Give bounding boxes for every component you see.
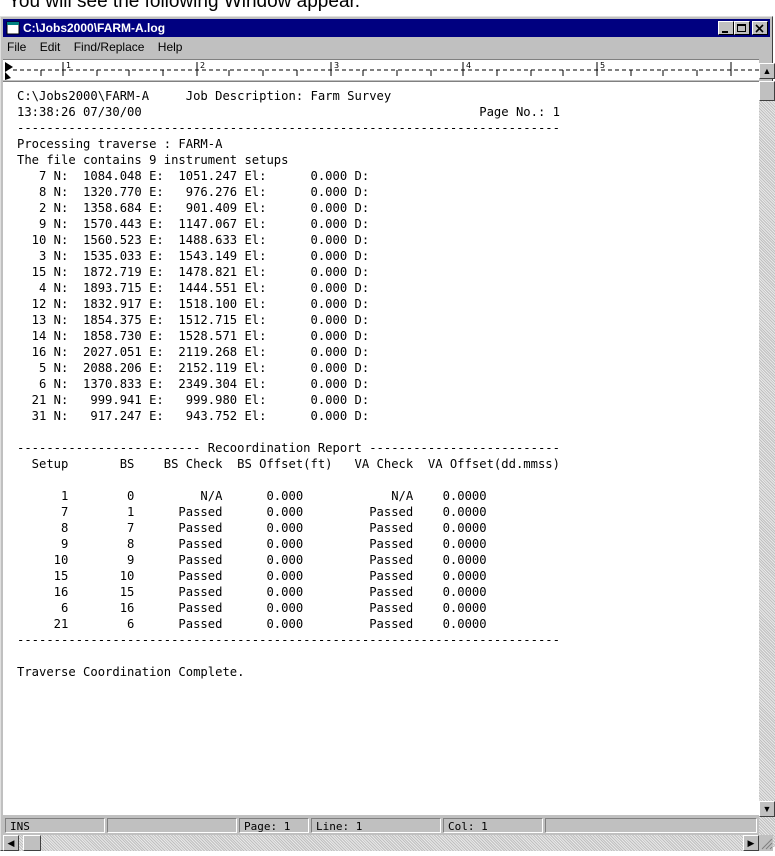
maximize-button[interactable] xyxy=(734,21,750,35)
notepad-icon xyxy=(6,21,20,35)
log-line: 3 N: 1535.033 E: 1543.149 El: 0.000 D: xyxy=(17,249,370,263)
ruler-label-4: 4 xyxy=(466,61,471,70)
log-line: 31 N: 917.247 E: 943.752 El: 0.000 D: xyxy=(17,409,370,423)
log-line: 6 16 Passed 0.000 Passed 0.0000 xyxy=(17,601,487,615)
log-line: ----------------------------------------… xyxy=(17,633,560,647)
ruler-label-2: 2 xyxy=(200,61,205,70)
log-line: 2 N: 1358.684 E: 901.409 El: 0.000 D: xyxy=(17,201,370,215)
ruler-graphic: 1 2 3 4 5 xyxy=(5,61,759,80)
log-line: Setup BS BS Check BS Offset(ft) VA Check… xyxy=(17,457,560,471)
log-line: Traverse Coordination Complete. xyxy=(17,665,245,679)
log-line: 16 N: 2027.051 E: 2119.268 El: 0.000 D: xyxy=(17,345,370,359)
log-line: 9 N: 1570.443 E: 1147.067 El: 0.000 D: xyxy=(17,217,370,231)
log-line: 1 0 N/A 0.000 N/A 0.0000 xyxy=(17,489,487,503)
log-line: 7 N: 1084.048 E: 1051.247 El: 0.000 D: xyxy=(17,169,370,183)
log-line: 15 N: 1872.719 E: 1478.821 El: 0.000 D: xyxy=(17,265,370,279)
log-line: 10 N: 1560.523 E: 1488.633 El: 0.000 D: xyxy=(17,233,370,247)
hscroll-thumb[interactable] xyxy=(23,835,41,851)
horizontal-scrollbar[interactable]: ◀ ▶ xyxy=(3,835,759,851)
status-extra xyxy=(545,818,757,833)
log-line: 15 10 Passed 0.000 Passed 0.0000 xyxy=(17,569,487,583)
minimize-icon xyxy=(722,31,728,33)
scroll-left-button[interactable]: ◀ xyxy=(3,835,19,851)
close-icon xyxy=(755,24,764,33)
scroll-right-button[interactable]: ▶ xyxy=(743,835,759,851)
minimize-button[interactable] xyxy=(718,21,734,35)
log-line: 21 6 Passed 0.000 Passed 0.0000 xyxy=(17,617,487,631)
log-line: 21 N: 999.941 E: 999.980 El: 0.000 D: xyxy=(17,393,370,407)
log-line: 13:38:26 07/30/00 Page No.: 1 xyxy=(17,105,560,119)
arrow-right-icon: ▶ xyxy=(747,838,755,848)
ruler-label-1: 1 xyxy=(66,61,71,70)
menu-bar: File Edit Find/Replace Help xyxy=(3,38,770,57)
log-document[interactable]: C:\Jobs2000\FARM-A Job Description: Farm… xyxy=(3,81,759,815)
scroll-thumb[interactable] xyxy=(759,81,775,101)
vertical-scrollbar[interactable] xyxy=(759,81,775,847)
log-line: Processing traverse : FARM-A xyxy=(17,137,223,151)
status-bar: INS Page: 1 Line: 1 Col: 1 xyxy=(3,817,759,834)
resize-grip-icon[interactable] xyxy=(759,835,773,851)
log-line: 12 N: 1832.917 E: 1518.100 El: 0.000 D: xyxy=(17,297,370,311)
menu-help[interactable]: Help xyxy=(158,40,183,54)
scroll-down-button[interactable]: ▼ xyxy=(759,801,775,817)
log-line: 5 N: 2088.206 E: 2152.119 El: 0.000 D: xyxy=(17,361,370,375)
log-line: 13 N: 1854.375 E: 1512.715 El: 0.000 D: xyxy=(17,313,370,327)
ruler-label-5: 5 xyxy=(600,61,605,70)
menu-edit[interactable]: Edit xyxy=(40,40,61,54)
log-line: 16 15 Passed 0.000 Passed 0.0000 xyxy=(17,585,487,599)
log-line: ----------------------------------------… xyxy=(17,121,560,135)
close-button[interactable] xyxy=(752,21,768,35)
arrow-down-icon: ▼ xyxy=(762,804,772,814)
status-mode: INS xyxy=(5,818,105,833)
log-line: 9 8 Passed 0.000 Passed 0.0000 xyxy=(17,537,487,551)
status-line: Line: 1 xyxy=(311,818,441,833)
log-line: The file contains 9 instrument setups xyxy=(17,153,289,167)
log-line: C:\Jobs2000\FARM-A Job Description: Farm… xyxy=(17,89,392,103)
status-page: Page: 1 xyxy=(239,818,309,833)
caption-text: You will see the following Window appear… xyxy=(8,0,361,12)
ruler-indent-marker[interactable] xyxy=(5,62,13,72)
title-bar[interactable]: C:\Jobs2000\FARM-A.log xyxy=(3,19,770,37)
ruler[interactable]: 1 2 3 4 5 xyxy=(3,59,759,80)
log-line: 7 1 Passed 0.000 Passed 0.0000 xyxy=(17,505,487,519)
ruler-margin-marker[interactable] xyxy=(5,72,11,80)
ruler-label-3: 3 xyxy=(334,61,339,70)
arrow-up-icon: ▲ xyxy=(762,66,772,76)
scroll-up-button[interactable]: ▲ xyxy=(759,63,775,79)
maximize-icon xyxy=(737,24,746,32)
status-blank xyxy=(107,818,237,833)
window-title: C:\Jobs2000\FARM-A.log xyxy=(23,21,166,35)
log-window: C:\Jobs2000\FARM-A.log File Edit Find/Re… xyxy=(0,16,775,851)
arrow-left-icon: ◀ xyxy=(7,838,15,848)
log-line: ------------------------- Recoordination… xyxy=(17,441,560,455)
log-line: 10 9 Passed 0.000 Passed 0.0000 xyxy=(17,553,487,567)
log-line: 8 N: 1320.770 E: 976.276 El: 0.000 D: xyxy=(17,185,370,199)
log-line: 8 7 Passed 0.000 Passed 0.0000 xyxy=(17,521,487,535)
log-line: 14 N: 1858.730 E: 1528.571 El: 0.000 D: xyxy=(17,329,370,343)
menu-file[interactable]: File xyxy=(7,40,26,54)
status-col: Col: 1 xyxy=(443,818,543,833)
log-line: 6 N: 1370.833 E: 2349.304 El: 0.000 D: xyxy=(17,377,370,391)
menu-find-replace[interactable]: Find/Replace xyxy=(74,40,145,54)
log-line: 4 N: 1893.715 E: 1444.551 El: 0.000 D: xyxy=(17,281,370,295)
